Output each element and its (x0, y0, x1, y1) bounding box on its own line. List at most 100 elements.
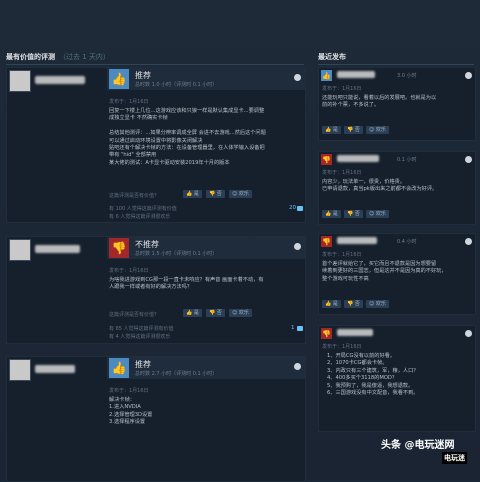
thumbs-up-icon: 👍 (109, 358, 129, 378)
steam-icon (294, 243, 301, 250)
helpful-count: 有 85 人觉得这篇评测有价值 (109, 326, 174, 332)
vote-no-button[interactable]: 👎 否 (344, 126, 363, 134)
vote-yes-button[interactable]: 👍 是 (322, 126, 341, 134)
comment-count[interactable]: 1 (291, 325, 295, 331)
verdict-label: 推荐 (135, 360, 151, 369)
hours-played: 总时数 1.5 小时（评测时 0.1 小时） (135, 251, 218, 257)
reviewer-name[interactable] (337, 329, 373, 336)
comment-count[interactable]: 20 (289, 205, 296, 211)
review-text: 解决卡帧： 1.进入NVDIA 2.选择管理3D设置 3.选择程序设置 (109, 397, 153, 426)
avatar[interactable] (9, 359, 31, 381)
steam-icon (294, 363, 301, 370)
helpful-count: 有 100 人觉得这篇评测有价值 (109, 206, 177, 212)
vote-funny-button[interactable]: ☺ 欢乐 (366, 300, 389, 308)
hours-played: 总时数 2.7 小时（评测时 0.1 小时） (135, 371, 218, 377)
post-date: 发布于：1月16日 (109, 388, 149, 394)
reviewer-name[interactable] (35, 76, 85, 84)
thumbs-down-icon: 👎 (321, 236, 332, 247)
right-header-divider (318, 64, 474, 65)
vote-yes-button[interactable]: 👍 是 (322, 300, 341, 308)
vote-no-button[interactable]: 👎 否 (344, 210, 363, 218)
recent-title: 最近发布 (318, 53, 346, 61)
recent-header: 最近发布 (318, 52, 346, 62)
post-date: 发布于：1月16日 (322, 252, 362, 258)
funny-count: 有 6 人觉得这篇评测很欢乐 (109, 214, 171, 220)
vote-no-button[interactable]: 👎 否 (344, 300, 363, 308)
vote-yes-label: 是 (332, 127, 338, 133)
verdict-header[interactable]: 👍 推荐 总时数 1.0 小时（评测时 0.1 小时） (107, 68, 305, 90)
steam-reviews-page: 最有价值的评测 （过去 1 天内） 最近发布 👍 推荐 总时数 1.0 小时（评测… (0, 0, 480, 482)
vote-yes-label: 是 (193, 310, 199, 316)
hours-played: 总时数 1.0 小时（评测时 0.1 小时） (135, 82, 218, 88)
steam-icon (465, 72, 472, 79)
reviewer-name[interactable] (337, 237, 377, 244)
vote-no-label: 否 (354, 127, 360, 133)
verdict-label: 推荐 (135, 71, 151, 80)
helpful-question: 这篇评测是否有价值？ (109, 312, 160, 318)
vote-funny-button[interactable]: ☺ 欢乐 (366, 210, 389, 218)
hours-played: 0.4 小时 (397, 239, 417, 245)
verdict-header[interactable]: 👎 不推荐 总时数 1.5 小时（评测时 0.1 小时） (107, 237, 305, 259)
vote-no-button[interactable]: 👎 否 (206, 309, 225, 317)
review-card: 👍 推荐 总时数 2.7 小时（评测时 0.1 小时） 发布于：1月16日 解决… (6, 356, 306, 482)
vote-no-label: 否 (216, 310, 222, 316)
vote-no-button[interactable]: 👎 否 (206, 190, 225, 198)
review-text: 还能玩吧只能说，看着以后的发展吧。也就是为以 前的补个票，不多说了。 (322, 95, 437, 109)
recent-review-card: 👎 0.4 小时 发布于：1月16日 首个差评就给它了，买它而且不退款是因为想要… (318, 233, 476, 315)
thumbs-up-icon: 👍 (109, 69, 129, 89)
watermark-text: 头条 @电玩迷网 (381, 440, 455, 451)
vote-funny-label: 欢乐 (238, 191, 249, 197)
recent-review-card: 👍 3.0 小时 发布于：1月16日 还能玩吧只能说，看着以后的发展吧。也就是为… (318, 67, 476, 141)
vote-funny-label: 欢乐 (238, 310, 249, 316)
comment-icon[interactable] (297, 206, 303, 211)
most-helpful-title: 最有价值的评测 (6, 53, 55, 61)
review-text: 内容少，玩法单一，很贵，价格贵。 已申请退款，真当pk版出来之前都不会改为好评。 (322, 179, 438, 193)
review-text: 回复一下楼上几位...这游戏应该和只狼一样是默认集成显卡...要调整 成独立显卡… (109, 108, 266, 166)
recent-review-card: 👎 0.1 小时 发布于：1月16日 内容少，玩法单一，很贵，价格贵。 已申请退… (318, 151, 476, 225)
vote-funny-label: 欢乐 (375, 211, 386, 217)
hours-played: 0.1 小时 (397, 157, 417, 163)
hours-played: 3.0 小时 (397, 73, 417, 79)
reviewer-name[interactable] (337, 155, 379, 162)
review-card: 👎 不推荐 总时数 1.5 小时（评测时 0.1 小时） 发布于：1月16日 为… (6, 236, 306, 344)
recent-review-card: 👎 发布于：1月16日 1、开局CG没有以前的好看。 2、1070卡CG都会卡帧… (318, 325, 476, 432)
vote-funny-button[interactable]: ☺ 欢乐 (366, 126, 389, 134)
reviewer-name[interactable] (337, 71, 375, 78)
vote-yes-button[interactable]: 👍 是 (183, 190, 202, 198)
vote-no-label: 否 (216, 191, 222, 197)
steam-icon (294, 74, 301, 81)
review-text: 为啥我进游戏到CG那一段一直卡未响应？有声音 画面卡着不动，有 人跟我一样或者有… (109, 277, 264, 291)
vote-funny-button[interactable]: ☺ 欢乐 (229, 190, 252, 198)
review-text: 1、开局CG没有以前的好看。 2、1070卡CG都会卡帧。 3、内政只有三个建筑… (327, 353, 419, 397)
avatar[interactable] (9, 239, 31, 261)
verdict-label: 不推荐 (135, 240, 159, 249)
thumbs-up-icon: 👍 (321, 70, 332, 81)
avatar[interactable] (9, 70, 31, 92)
thumbs-down-icon: 👎 (321, 328, 332, 339)
review-text: 首个差评就给它了，买它而且不退款是因为想要留 续着到更好的三国志，但是这并不是因… (322, 261, 447, 282)
review-card: 👍 推荐 总时数 1.0 小时（评测时 0.1 小时） 发布于：1月16日 回复… (6, 67, 306, 223)
vote-funny-label: 欢乐 (375, 301, 386, 307)
vote-funny-label: 欢乐 (375, 127, 386, 133)
post-date: 发布于：1月16日 (109, 99, 149, 105)
post-date: 发布于：1月16日 (109, 268, 149, 274)
comment-icon[interactable] (297, 326, 303, 331)
vote-yes-button[interactable]: 👍 是 (183, 309, 202, 317)
vote-funny-button[interactable]: ☺ 欢乐 (229, 309, 252, 317)
vote-no-label: 否 (354, 301, 360, 307)
thumbs-down-icon: 👎 (321, 154, 332, 165)
vote-no-label: 否 (354, 211, 360, 217)
vote-yes-label: 是 (193, 191, 199, 197)
left-header-divider (6, 64, 304, 65)
steam-icon (465, 156, 472, 163)
vote-yes-label: 是 (332, 301, 338, 307)
post-date: 发布于：1月16日 (322, 344, 362, 350)
verdict-header[interactable]: 👍 推荐 总时数 2.7 小时（评测时 0.1 小时） (107, 357, 305, 379)
most-helpful-header: 最有价值的评测 （过去 1 天内） (6, 52, 110, 62)
vote-yes-label: 是 (332, 211, 338, 217)
reviewer-name[interactable] (35, 365, 75, 373)
reviewer-name[interactable] (35, 245, 80, 253)
steam-icon (465, 238, 472, 245)
watermark-badge: 电玩迷 (442, 452, 467, 464)
vote-yes-button[interactable]: 👍 是 (322, 210, 341, 218)
